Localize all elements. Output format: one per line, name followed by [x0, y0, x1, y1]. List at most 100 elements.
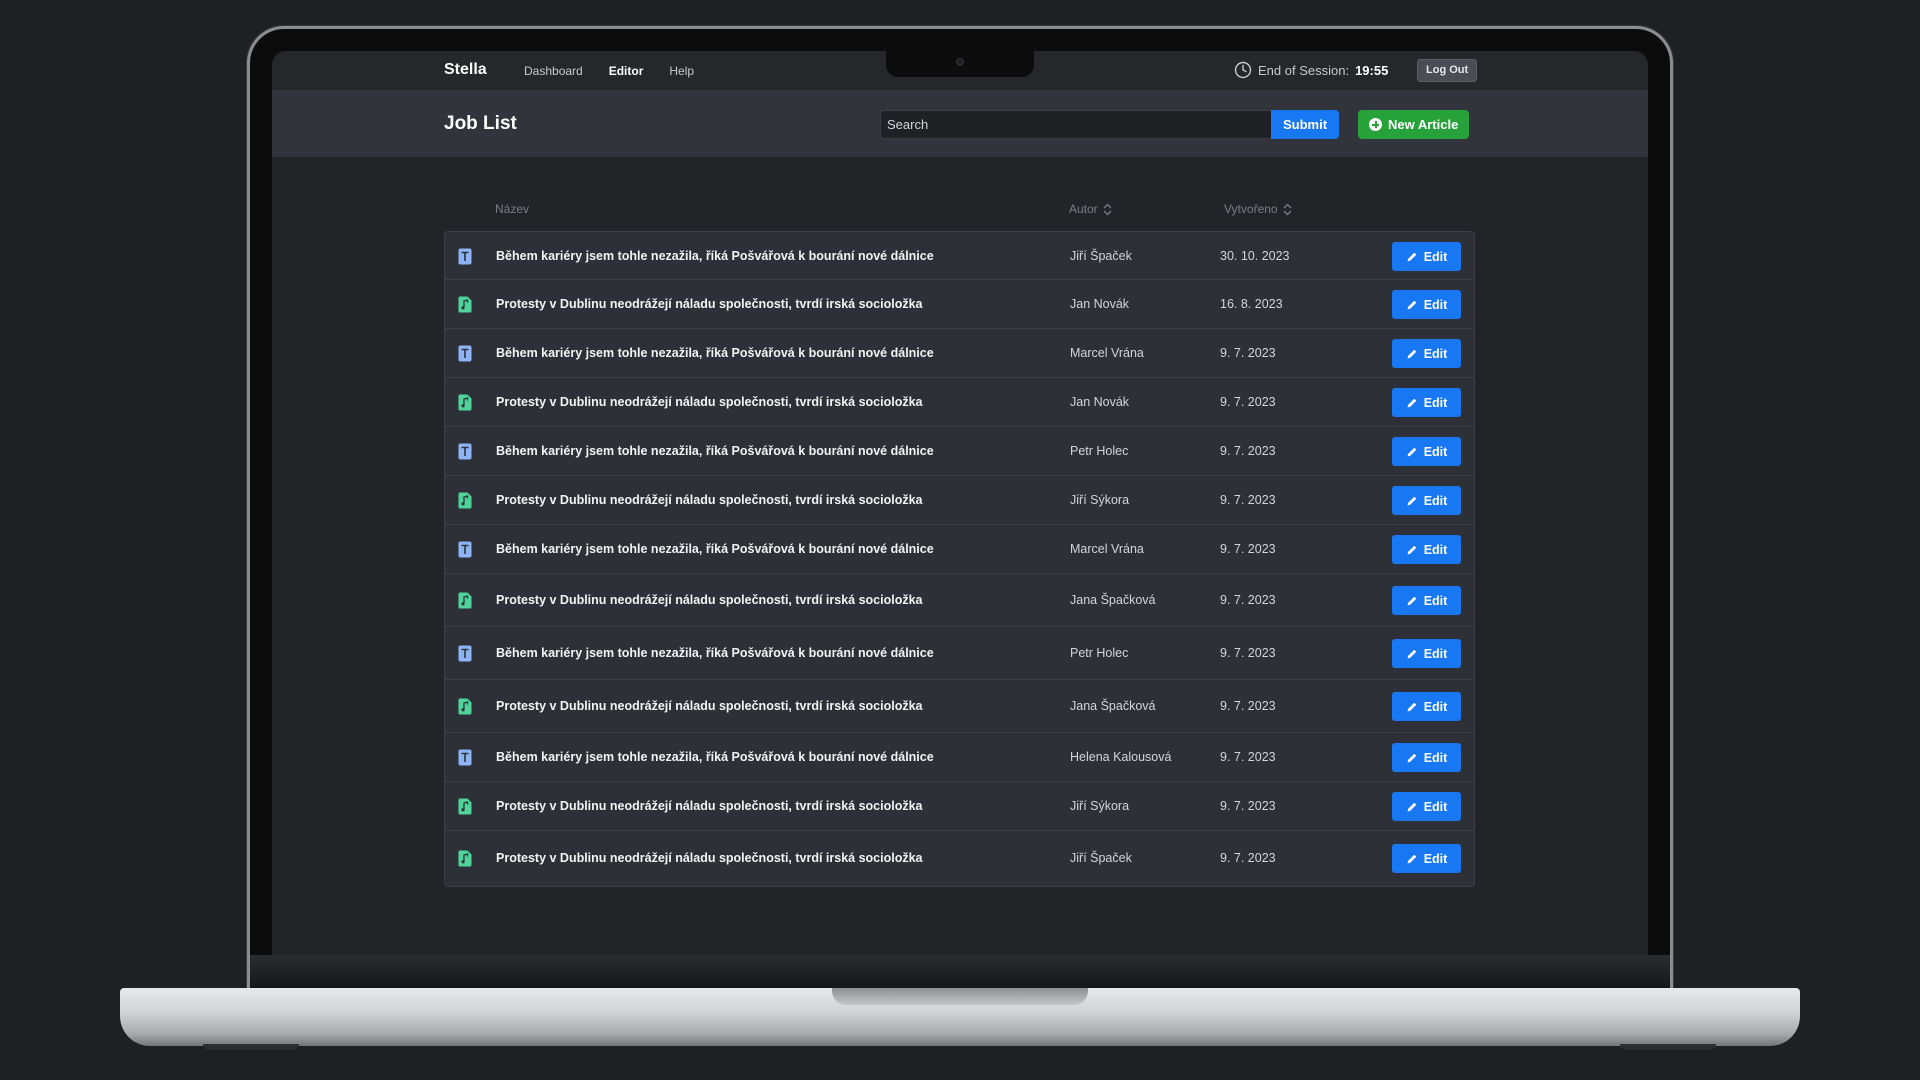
- article-date: 9. 7. 2023: [1220, 593, 1276, 607]
- article-date: 16. 8. 2023: [1220, 297, 1283, 311]
- pencil-icon: [1407, 753, 1416, 762]
- nav-links: Dashboard Editor Help: [524, 64, 694, 78]
- article-date: 9. 7. 2023: [1220, 799, 1276, 813]
- article-title[interactable]: Během kariéry jsem tohle nezažila, říká …: [496, 346, 934, 360]
- session-time: 19:55: [1355, 62, 1389, 78]
- article-title[interactable]: Protesty v Dublinu neodrážejí náladu spo…: [496, 593, 923, 607]
- article-title[interactable]: Protesty v Dublinu neodrážejí náladu spo…: [496, 493, 923, 507]
- article-author: Jiří Špaček: [1070, 851, 1132, 865]
- pencil-icon: [1407, 596, 1416, 605]
- article-date: 9. 7. 2023: [1220, 493, 1276, 507]
- page-title: Job List: [444, 113, 517, 134]
- brand-logo[interactable]: Stella: [444, 61, 487, 79]
- logout-button[interactable]: Log Out: [1417, 59, 1478, 82]
- article-author: Marcel Vrána: [1070, 346, 1144, 360]
- sort-icon[interactable]: [1282, 203, 1293, 216]
- submit-button[interactable]: Submit: [1271, 110, 1340, 139]
- article-date: 9. 7. 2023: [1220, 750, 1276, 764]
- camera-notch: [886, 51, 1034, 77]
- edit-label: Edit: [1423, 646, 1448, 661]
- pencil-icon: [1407, 398, 1416, 407]
- edit-button[interactable]: Edit: [1392, 792, 1461, 821]
- audio-file-icon: [458, 850, 472, 867]
- table-row: Protesty v Dublinu neodrážejí náladu spo…: [445, 680, 1474, 733]
- search-input[interactable]: [880, 110, 1271, 139]
- article-title[interactable]: Protesty v Dublinu neodrážejí náladu spo…: [496, 851, 923, 865]
- sort-icon[interactable]: [1102, 203, 1113, 216]
- table-row: Protesty v Dublinu neodrážejí náladu spo…: [445, 574, 1474, 627]
- article-date: 9. 7. 2023: [1220, 444, 1276, 458]
- column-header-created-label: Vytvořeno: [1224, 202, 1278, 216]
- edit-button[interactable]: Edit: [1392, 290, 1461, 319]
- audio-file-icon: [458, 492, 472, 509]
- nav-link-editor[interactable]: Editor: [609, 64, 644, 78]
- article-title[interactable]: Protesty v Dublinu neodrážejí náladu spo…: [496, 699, 923, 713]
- edit-button[interactable]: Edit: [1392, 242, 1461, 271]
- article-title[interactable]: Během kariéry jsem tohle nezažila, říká …: [496, 542, 934, 556]
- table-row: Protesty v Dublinu neodrážejí náladu spo…: [445, 831, 1474, 886]
- text-document-icon: [458, 248, 472, 265]
- edit-button[interactable]: Edit: [1392, 586, 1461, 615]
- edit-button[interactable]: Edit: [1392, 486, 1461, 515]
- search-form: Submit: [880, 110, 1340, 139]
- column-header-name: Název: [495, 202, 530, 216]
- edit-button[interactable]: Edit: [1392, 535, 1461, 564]
- text-document-icon: [458, 541, 472, 558]
- table-row: Protesty v Dublinu neodrážejí náladu spo…: [445, 476, 1474, 525]
- nav-link-dashboard[interactable]: Dashboard: [524, 64, 583, 78]
- edit-button[interactable]: Edit: [1392, 692, 1461, 721]
- article-title[interactable]: Během kariéry jsem tohle nezažila, říká …: [496, 249, 934, 263]
- table-row: Během kariéry jsem tohle nezažila, říká …: [445, 427, 1474, 476]
- edit-label: Edit: [1423, 249, 1448, 264]
- laptop-lid: Stella Dashboard Editor Help End of Sess…: [250, 29, 1670, 1001]
- pencil-icon: [1407, 252, 1416, 261]
- session-label: End of Session:: [1258, 62, 1350, 78]
- article-title[interactable]: Protesty v Dublinu neodrážejí náladu spo…: [496, 395, 923, 409]
- pencil-icon: [1407, 300, 1416, 309]
- edit-button[interactable]: Edit: [1392, 844, 1461, 873]
- session-timer: End of Session: 19:55: [1234, 61, 1388, 79]
- text-document-icon: [458, 443, 472, 460]
- article-title[interactable]: Během kariéry jsem tohle nezažila, říká …: [496, 646, 934, 660]
- text-document-icon: [458, 645, 472, 662]
- article-title[interactable]: Protesty v Dublinu neodrážejí náladu spo…: [496, 297, 923, 311]
- table-header: Název Autor Vytvořeno: [444, 202, 1475, 220]
- edit-label: Edit: [1423, 444, 1448, 459]
- article-title[interactable]: Během kariéry jsem tohle nezažila, říká …: [496, 444, 934, 458]
- edit-label: Edit: [1423, 297, 1448, 312]
- table-row: Protesty v Dublinu neodrážejí náladu spo…: [445, 378, 1474, 427]
- article-title[interactable]: Během kariéry jsem tohle nezažila, říká …: [496, 750, 934, 764]
- edit-button[interactable]: Edit: [1392, 388, 1461, 417]
- edit-button[interactable]: Edit: [1392, 743, 1461, 772]
- laptop-base: [120, 988, 1800, 1046]
- article-author: Jan Novák: [1070, 297, 1130, 311]
- edit-button[interactable]: Edit: [1392, 339, 1461, 368]
- edit-button[interactable]: Edit: [1392, 437, 1461, 466]
- table-row: Protesty v Dublinu neodrážejí náladu spo…: [445, 280, 1474, 329]
- pencil-icon: [1407, 854, 1416, 863]
- audio-file-icon: [458, 798, 472, 815]
- table-row: Během kariéry jsem tohle nezažila, říká …: [445, 627, 1474, 680]
- article-date: 9. 7. 2023: [1220, 699, 1276, 713]
- job-table: Během kariéry jsem tohle nezažila, říká …: [444, 231, 1475, 887]
- article-title[interactable]: Protesty v Dublinu neodrážejí náladu spo…: [496, 799, 923, 813]
- edit-label: Edit: [1423, 346, 1448, 361]
- new-article-button[interactable]: New Article: [1358, 110, 1470, 139]
- column-header-created[interactable]: Vytvořeno: [1224, 202, 1293, 216]
- audio-file-icon: [458, 394, 472, 411]
- plus-circle-icon: [1369, 118, 1382, 131]
- pencil-icon: [1407, 802, 1416, 811]
- table-row: Během kariéry jsem tohle nezažila, říká …: [445, 232, 1474, 280]
- edit-label: Edit: [1423, 851, 1448, 866]
- nav-link-help[interactable]: Help: [669, 64, 694, 78]
- camera-icon: [956, 58, 964, 66]
- article-date: 9. 7. 2023: [1220, 646, 1276, 660]
- edit-button[interactable]: Edit: [1392, 639, 1461, 668]
- page-header: Job List Submit New Article: [272, 90, 1648, 157]
- article-date: 9. 7. 2023: [1220, 851, 1276, 865]
- article-date: 9. 7. 2023: [1220, 346, 1276, 360]
- column-header-author[interactable]: Autor: [1069, 202, 1113, 216]
- new-article-label: New Article: [1388, 117, 1459, 132]
- edit-label: Edit: [1423, 395, 1448, 410]
- article-date: 9. 7. 2023: [1220, 542, 1276, 556]
